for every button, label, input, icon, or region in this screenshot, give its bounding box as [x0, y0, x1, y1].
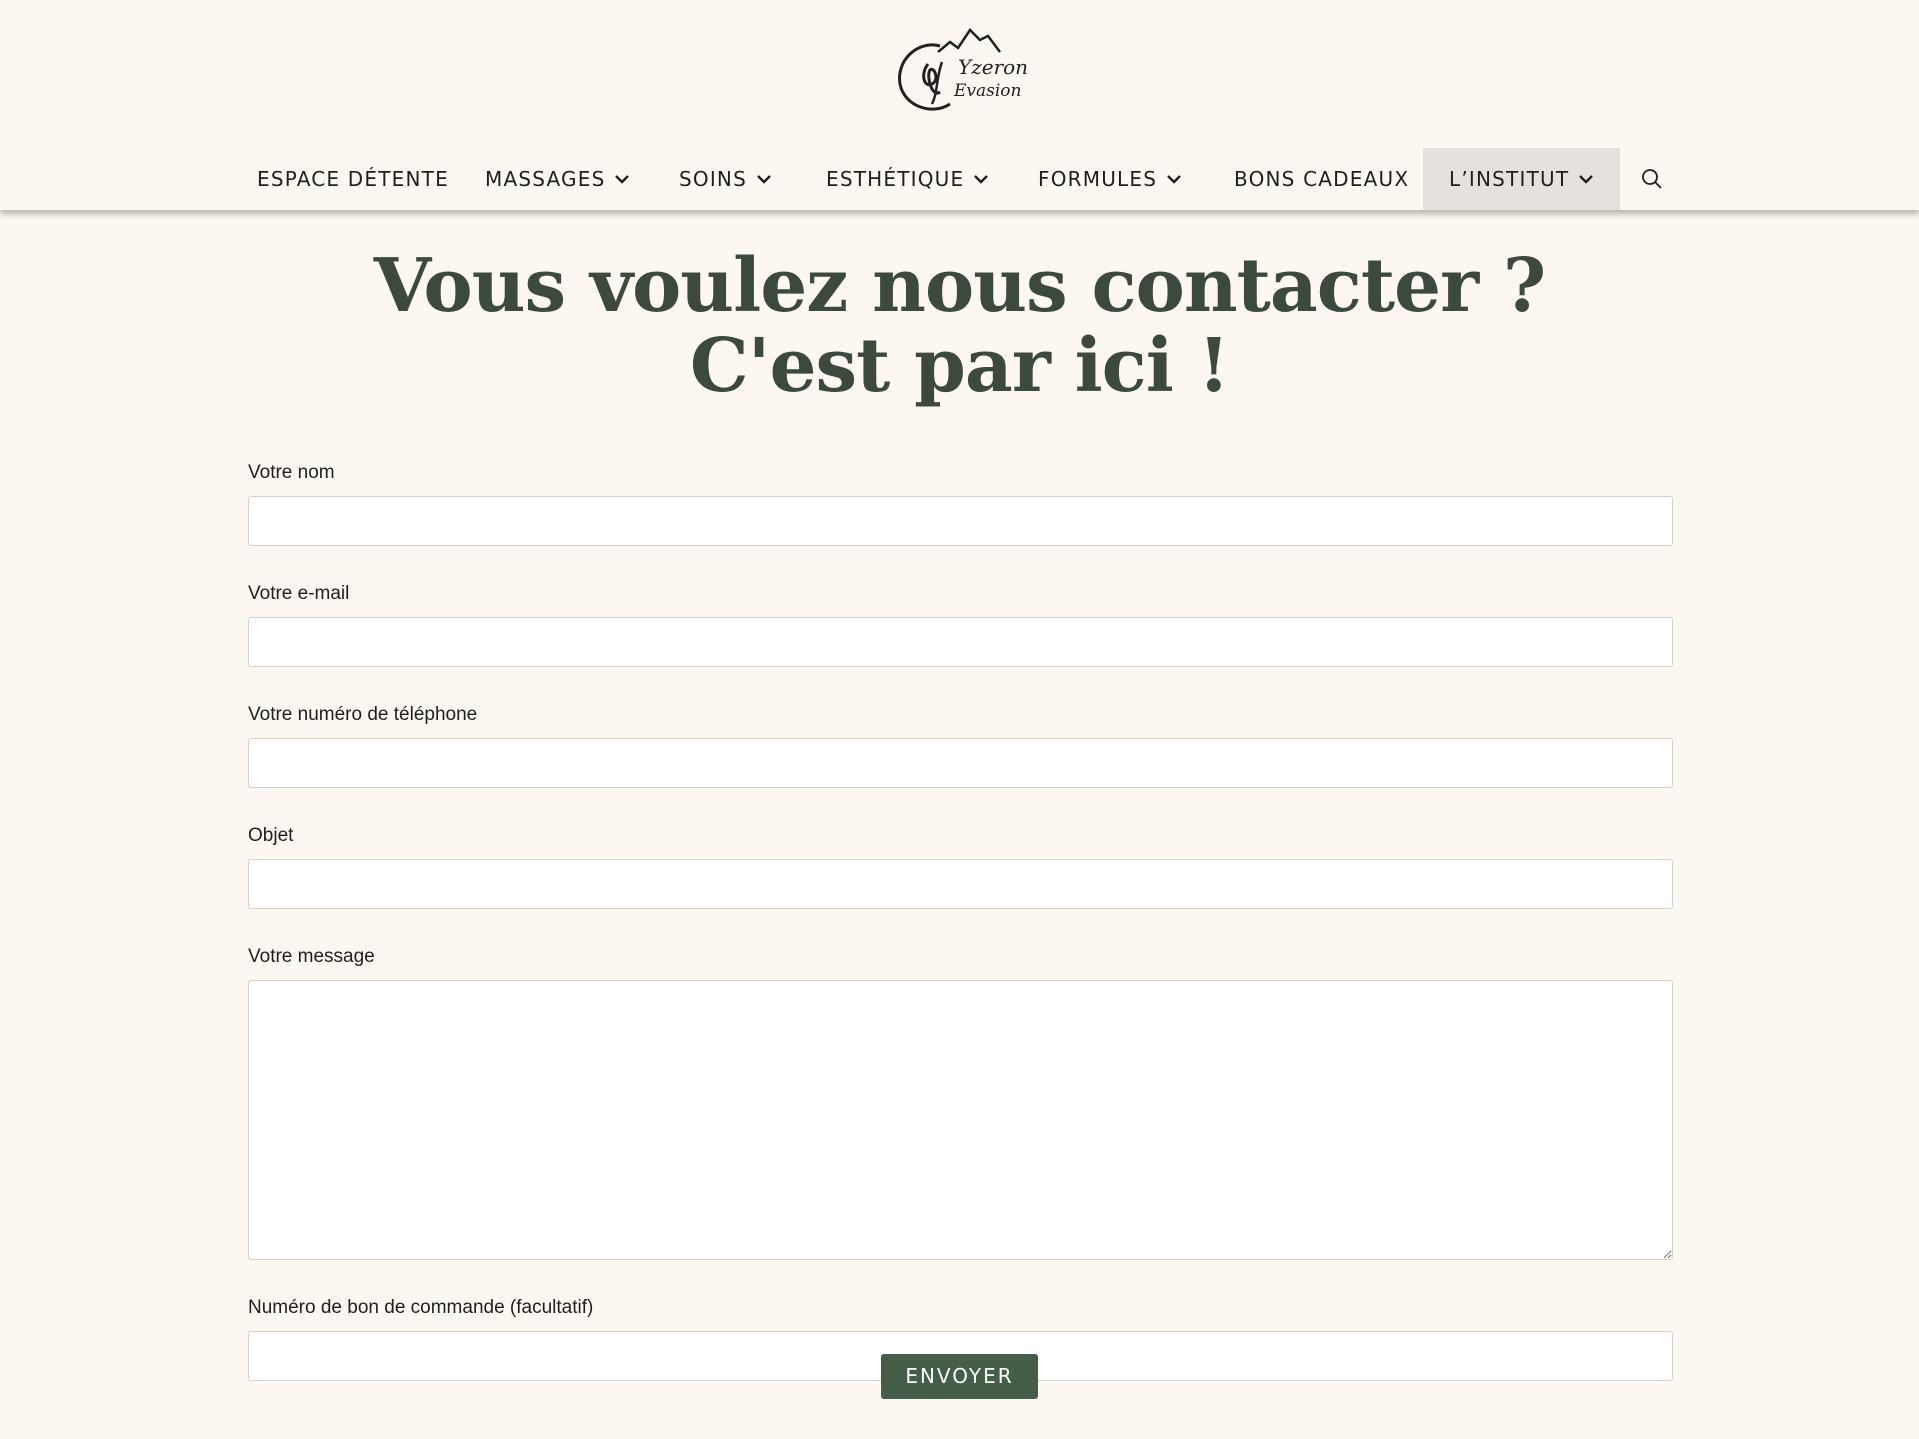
svg-text:Yzeron: Yzeron — [958, 55, 1028, 79]
nav-item-esthetique[interactable]: ESTHÉTIQUE — [826, 148, 989, 210]
nav-item-soins[interactable]: SOINS — [679, 148, 772, 210]
main-nav: ESPACE DÉTENTE MASSAGES SOINS ESTHÉTIQUE… — [0, 148, 1919, 210]
email-label: Votre e-mail — [248, 583, 350, 604]
svg-text:Evasion: Evasion — [953, 81, 1022, 101]
message-label: Votre message — [248, 946, 375, 967]
page-title: Vous voulez nous contacter ? C'est par i… — [0, 246, 1919, 406]
nav-item-label: MASSAGES — [485, 167, 606, 191]
nav-item-label: BONS CADEAUX — [1234, 167, 1410, 191]
order-number-label: Numéro de bon de commande (facultatif) — [248, 1297, 594, 1318]
nav-item-massages[interactable]: MASSAGES — [485, 148, 630, 210]
search-icon — [1642, 169, 1662, 189]
chevron-down-icon — [973, 171, 989, 187]
message-textarea[interactable] — [248, 980, 1673, 1260]
page-title-line-2: C'est par ici ! — [689, 323, 1230, 409]
page-title-line-1: Vous voulez nous contacter ? — [373, 243, 1547, 329]
name-label: Votre nom — [248, 462, 335, 483]
chevron-down-icon — [1578, 171, 1594, 187]
nav-item-label: FORMULES — [1038, 167, 1158, 191]
contact-form: Votre nom Votre e-mail Votre numéro de t… — [248, 460, 1673, 1416]
nav-item-label: SOINS — [679, 167, 747, 191]
subject-input[interactable] — [248, 859, 1673, 909]
phone-input[interactable] — [248, 738, 1673, 788]
nav-item-label: L’INSTITUT — [1449, 167, 1570, 191]
name-input[interactable] — [248, 496, 1673, 546]
logo-icon: Yzeron Evasion — [898, 28, 1028, 111]
submit-container: ENVOYER — [0, 1354, 1919, 1399]
site-header: Yzeron Evasion ESPACE DÉTENTE MASSAGES S… — [0, 0, 1919, 210]
email-input[interactable] — [248, 617, 1673, 667]
submit-button[interactable]: ENVOYER — [881, 1354, 1038, 1399]
nav-item-label: ESPACE DÉTENTE — [257, 167, 449, 191]
chevron-down-icon — [614, 171, 630, 187]
phone-label: Votre numéro de téléphone — [248, 704, 478, 725]
search-button[interactable] — [1637, 148, 1667, 210]
nav-item-formules[interactable]: FORMULES — [1038, 148, 1182, 210]
nav-item-institut[interactable]: L’INSTITUT — [1423, 148, 1621, 210]
site-logo[interactable]: Yzeron Evasion — [888, 22, 1028, 118]
chevron-down-icon — [756, 171, 772, 187]
subject-label: Objet — [248, 825, 294, 846]
chevron-down-icon — [1166, 171, 1182, 187]
nav-item-espace-detente[interactable]: ESPACE DÉTENTE — [257, 148, 449, 210]
nav-item-label: ESTHÉTIQUE — [826, 167, 965, 191]
nav-item-bons-cadeaux[interactable]: BONS CADEAUX — [1234, 148, 1409, 210]
